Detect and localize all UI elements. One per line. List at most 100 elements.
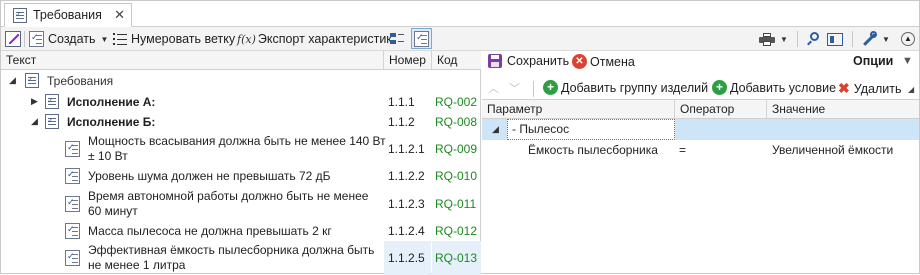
tree-row-selected[interactable]: Эффективная ёмкость пылесборника должна …	[1, 241, 481, 275]
column-header-parameter[interactable]: Параметр	[482, 100, 675, 119]
arrow-up-icon: ︿	[488, 83, 499, 95]
numbered-list-icon	[113, 32, 127, 46]
add-product-group-label: Добавить группу изделий	[561, 80, 709, 95]
requirement-group-icon	[45, 114, 59, 129]
panel-icon	[827, 32, 843, 46]
row-number: 1.1.1	[388, 95, 415, 109]
export-characteristics-label: Экспорт характеристик	[257, 32, 392, 46]
row-code: RQ-008	[435, 115, 478, 129]
cancel-icon: ✕	[572, 54, 587, 69]
move-down-button[interactable]: ﹀	[509, 80, 520, 96]
cancel-button[interactable]: ✕ Отмена	[572, 54, 635, 69]
row-code: RQ-009	[435, 142, 478, 156]
row-code: RQ-012	[435, 224, 478, 238]
printer-icon	[759, 32, 775, 46]
add-condition-button[interactable]: + Добавить условие	[712, 80, 836, 95]
expand-arrow-icon[interactable]: ▶	[31, 96, 38, 107]
row-number: 1.1.2.1	[388, 142, 425, 156]
panel-view-button[interactable]	[827, 29, 843, 49]
row-number: 1.1.2.3	[388, 197, 425, 211]
requirement-group-icon	[45, 94, 59, 109]
numerate-branch-button[interactable]: Нумеровать ветку	[113, 29, 235, 49]
row-text-line1: Эффективная ёмкость пылесборника должна …	[88, 243, 375, 257]
column-header-number[interactable]: Номер	[384, 51, 432, 70]
create-button[interactable]: Создать ▼	[29, 29, 108, 49]
conditions-toolbar-top: Сохранить ✕ Отмена Опции ▼	[482, 51, 919, 73]
toolbar-separator	[797, 31, 798, 47]
add-icon: +	[543, 80, 558, 95]
delete-button[interactable]: ✖ Удалить	[838, 80, 901, 97]
conditions-grid-header: Параметр Оператор Значение	[482, 99, 919, 119]
save-label: Сохранить	[507, 54, 570, 68]
column-header-code[interactable]: Код	[432, 51, 481, 70]
tree-row[interactable]: Масса пылесоса не должна превышать 2 кг …	[1, 221, 481, 241]
search-icon	[806, 31, 821, 47]
chevron-down-icon: ▼	[100, 34, 109, 44]
create-icon	[29, 31, 44, 47]
chevron-down-icon: ▼	[780, 34, 788, 44]
row-number: 1.1.2.4	[388, 224, 425, 238]
product-group-row[interactable]: ◢ - Пылесос	[482, 119, 919, 140]
column-header-operator[interactable]: Оператор	[675, 100, 767, 119]
tree-row[interactable]: ▶ Исполнение А: 1.1.1 RQ-002	[1, 92, 481, 112]
save-button[interactable]: Сохранить	[488, 54, 569, 68]
tab-requirements[interactable]: Требования ✕	[4, 3, 132, 27]
tree-row[interactable]: Уровень шума должен не превышать 72 дБ 1…	[1, 166, 481, 187]
checklist-view-button[interactable]	[411, 28, 432, 49]
move-up-button[interactable]: ︿	[488, 80, 499, 96]
chevron-down-icon[interactable]: ▼	[902, 55, 913, 67]
arrow-down-icon: ﹀	[509, 83, 520, 95]
row-text-line1: Время автономной работы должно быть не м…	[88, 189, 369, 203]
tree-row[interactable]: ◢ Исполнение Б: 1.1.2 RQ-008	[1, 112, 481, 132]
collapse-arrow-icon[interactable]: ◢	[31, 116, 38, 127]
requirements-window: Требования ✕ Создать ▼ Нумеровать ветку …	[0, 0, 920, 275]
collapse-button[interactable]: ▲	[901, 29, 915, 49]
requirement-icon	[65, 141, 80, 157]
requirements-tree-grid: Текст Номер Код ◢ Требования ▶ Исполнени…	[1, 51, 481, 275]
collapse-arrow-icon[interactable]: ◢	[9, 75, 16, 86]
search-button[interactable]	[806, 29, 821, 49]
tree-row[interactable]: Время автономной работы должно быть не м…	[1, 187, 481, 221]
function-icon: f(x)	[237, 32, 256, 46]
numerate-branch-label: Нумеровать ветку	[131, 32, 236, 46]
tab-strip: Требования ✕	[1, 1, 919, 27]
requirement-icon	[65, 196, 80, 212]
chevron-up-icon: ▲	[901, 32, 915, 46]
export-characteristics-button[interactable]: f(x) Экспорт характеристик	[237, 29, 392, 49]
toolbar-separator	[533, 81, 534, 97]
row-text-line2: 60 минут	[88, 204, 138, 218]
toolbar-separator	[852, 31, 853, 47]
options-label[interactable]: Опции	[853, 54, 893, 68]
close-icon[interactable]: ✕	[114, 7, 125, 23]
print-button[interactable]: ▼	[759, 29, 788, 49]
tree-view-icon	[389, 31, 405, 47]
tree-view-button[interactable]	[389, 29, 405, 49]
row-number: 1.1.2	[388, 115, 415, 129]
column-header-value[interactable]: Значение	[767, 100, 919, 119]
conditions-toolbar: ︿ ﹀ + Добавить группу изделий + Добавить…	[482, 77, 919, 99]
collapse-arrow-icon[interactable]: ◢	[492, 124, 499, 135]
row-code: RQ-013	[432, 241, 481, 275]
row-code: RQ-010	[435, 169, 478, 183]
settings-button[interactable]: ▼	[861, 29, 890, 49]
edit-doc-icon	[5, 31, 21, 47]
add-icon: +	[712, 80, 727, 95]
row-text: Масса пылесоса не должна превышать 2 кг	[88, 224, 332, 238]
conditions-panel: Сохранить ✕ Отмена Опции ▼ ︿ ﹀ + Добавит…	[482, 51, 919, 275]
column-header-text[interactable]: Текст	[1, 51, 384, 70]
requirements-icon	[13, 7, 27, 23]
main-toolbar: Создать ▼ Нумеровать ветку f(x) Экспорт …	[1, 27, 919, 51]
add-product-group-button[interactable]: + Добавить группу изделий	[543, 80, 708, 95]
resize-grip-icon: ◢	[908, 85, 915, 94]
row-text: Исполнение Б:	[67, 115, 156, 129]
row-number: 1.1.2.2	[388, 169, 425, 183]
tree-row[interactable]: Мощность всасывания должна быть не менее…	[1, 132, 481, 166]
product-group-label[interactable]: - Пылесос	[507, 119, 675, 140]
tab-title: Требования	[33, 8, 102, 22]
edit-requirement-button[interactable]	[5, 29, 21, 49]
condition-row[interactable]: Ёмкость пылесборника = Увеличенной ёмкос…	[482, 140, 919, 160]
row-code: RQ-002	[435, 95, 478, 109]
row-text-line1: Мощность всасывания должна быть не менее…	[88, 134, 386, 148]
add-condition-label: Добавить условие	[730, 80, 837, 95]
tree-row-root[interactable]: ◢ Требования	[1, 72, 481, 91]
